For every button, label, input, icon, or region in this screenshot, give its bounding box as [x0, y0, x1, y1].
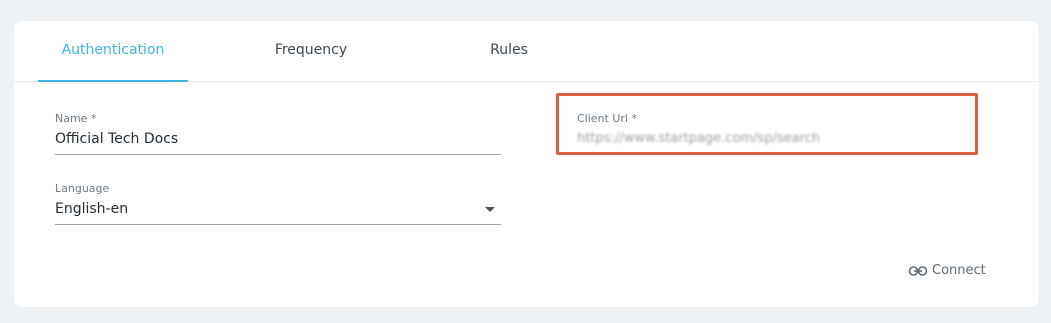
language-label: Language [55, 182, 110, 195]
name-field[interactable]: Name * Official Tech Docs [55, 112, 501, 155]
client-url-label: Client Url * [577, 112, 637, 125]
name-underline [55, 154, 501, 155]
tab-authentication[interactable]: Authentication [38, 21, 188, 82]
client-url-input[interactable]: https://www.startpage.com/sp/search [577, 129, 969, 149]
link-icon [908, 264, 928, 278]
tab-rules[interactable]: Rules [434, 21, 584, 81]
page: Authentication Frequency Rules Name * Of… [0, 0, 1051, 323]
tab-bar: Authentication Frequency Rules [14, 21, 1039, 82]
name-label: Name * [55, 112, 97, 125]
language-value: English-en [55, 201, 129, 217]
language-field[interactable]: Language English-en [55, 182, 501, 225]
tab-frequency[interactable]: Frequency [236, 21, 386, 81]
language-underline [55, 224, 501, 225]
client-url-field[interactable]: Client Url * https://www.startpage.com/s… [577, 112, 969, 149]
language-select[interactable]: English-en [55, 199, 501, 219]
connect-button[interactable]: Connect [908, 261, 986, 281]
dropdown-arrow-icon[interactable] [485, 207, 495, 212]
settings-card: Authentication Frequency Rules Name * Of… [14, 21, 1039, 307]
connect-label: Connect [932, 263, 986, 278]
name-input[interactable]: Official Tech Docs [55, 129, 501, 149]
